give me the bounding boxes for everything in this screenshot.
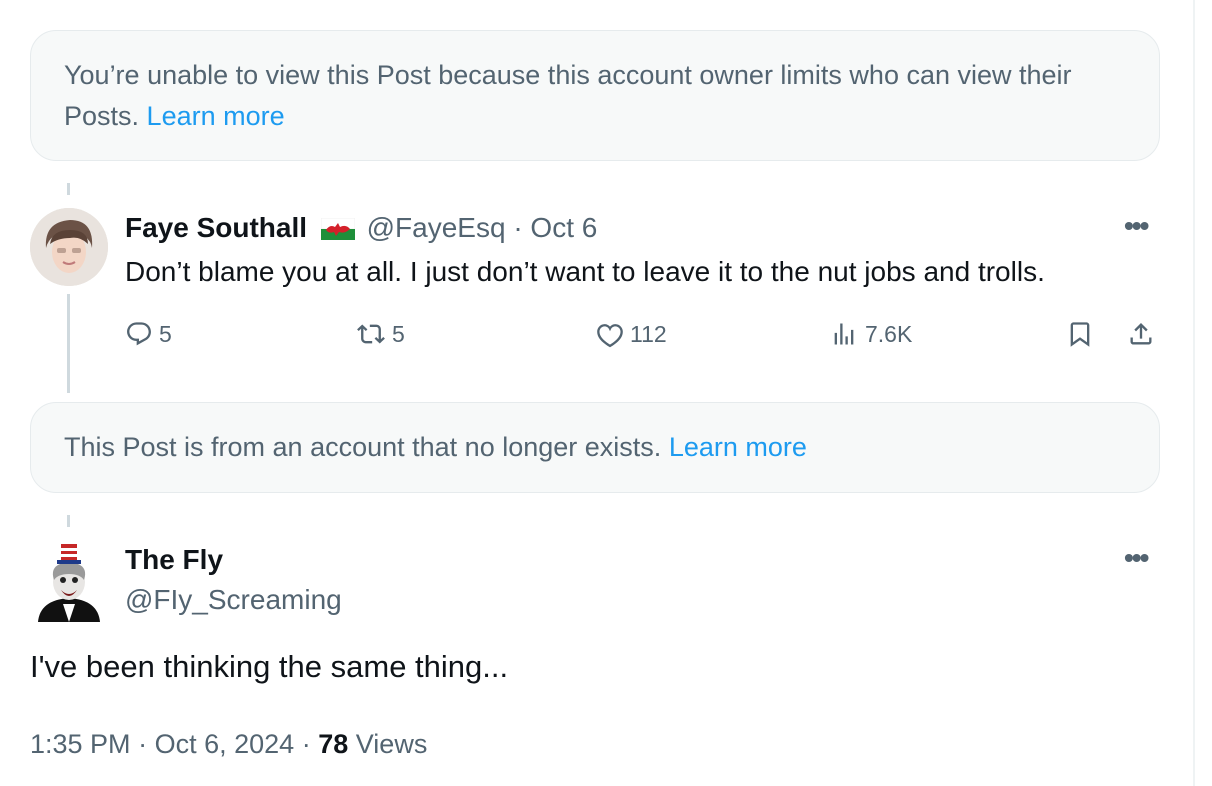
more-options-icon[interactable]: ••• <box>1124 210 1149 242</box>
reply-icon <box>125 320 153 348</box>
display-name[interactable]: Faye Southall <box>125 212 307 243</box>
separator: · <box>138 729 148 759</box>
timeline-border <box>1193 0 1195 786</box>
reply-text: Don’t blame you at all. I just don’t wan… <box>125 256 1045 287</box>
avatar[interactable] <box>30 208 108 286</box>
thread-line <box>67 294 70 393</box>
heart-icon <box>596 320 624 348</box>
welsh-flag-icon <box>320 213 356 249</box>
learn-more-link[interactable]: Learn more <box>147 101 285 131</box>
repost-icon <box>356 320 386 348</box>
thread-connector <box>67 515 70 527</box>
thread-connector <box>67 183 70 195</box>
bookmark-action[interactable] <box>1066 320 1094 348</box>
post-meta: 1:35 PM · Oct 6, 2024 · 78 Views <box>30 729 427 760</box>
author-name-row: The Fly <box>125 542 223 578</box>
reply-action[interactable]: 5 <box>125 320 172 348</box>
like-action[interactable]: 112 <box>596 320 667 348</box>
reply-header: Faye Southall @FayeEsq · Oct 6 <box>125 210 597 249</box>
post-date[interactable]: Oct 6 <box>530 212 597 243</box>
analytics-icon <box>829 320 859 348</box>
avatar-image <box>30 208 108 286</box>
learn-more-link[interactable]: Learn more <box>669 432 807 462</box>
like-count: 112 <box>630 320 667 347</box>
avatar[interactable] <box>30 540 108 622</box>
avatar-image <box>38 544 100 622</box>
handle[interactable]: @FIy_Screaming <box>125 582 342 618</box>
share-icon <box>1126 320 1156 348</box>
views-count: 78 <box>318 729 349 759</box>
separator: · <box>513 212 523 243</box>
handle[interactable]: @FayeEsq <box>367 212 506 243</box>
views-count: 7.6K <box>865 320 913 347</box>
repost-action[interactable]: 5 <box>356 320 405 348</box>
post-time[interactable]: 1:35 PM <box>30 729 131 759</box>
post-text: I've been thinking the same thing... <box>30 649 509 684</box>
repost-count: 5 <box>392 320 405 347</box>
post-date[interactable]: Oct 6, 2024 <box>155 729 295 759</box>
notice-text: This Post is from an account that no lon… <box>64 432 662 462</box>
views-label: Views <box>355 729 428 759</box>
separator: · <box>301 729 311 759</box>
share-action[interactable] <box>1126 320 1156 348</box>
restricted-post-notice: You’re unable to view this Post because … <box>30 30 1160 161</box>
more-options-icon[interactable]: ••• <box>1124 542 1149 574</box>
views-action[interactable]: 7.6K <box>829 320 912 348</box>
deleted-account-notice: This Post is from an account that no lon… <box>30 402 1160 493</box>
display-name[interactable]: The Fly <box>125 544 223 575</box>
reply-count: 5 <box>159 320 172 347</box>
bookmark-icon <box>1066 320 1094 348</box>
